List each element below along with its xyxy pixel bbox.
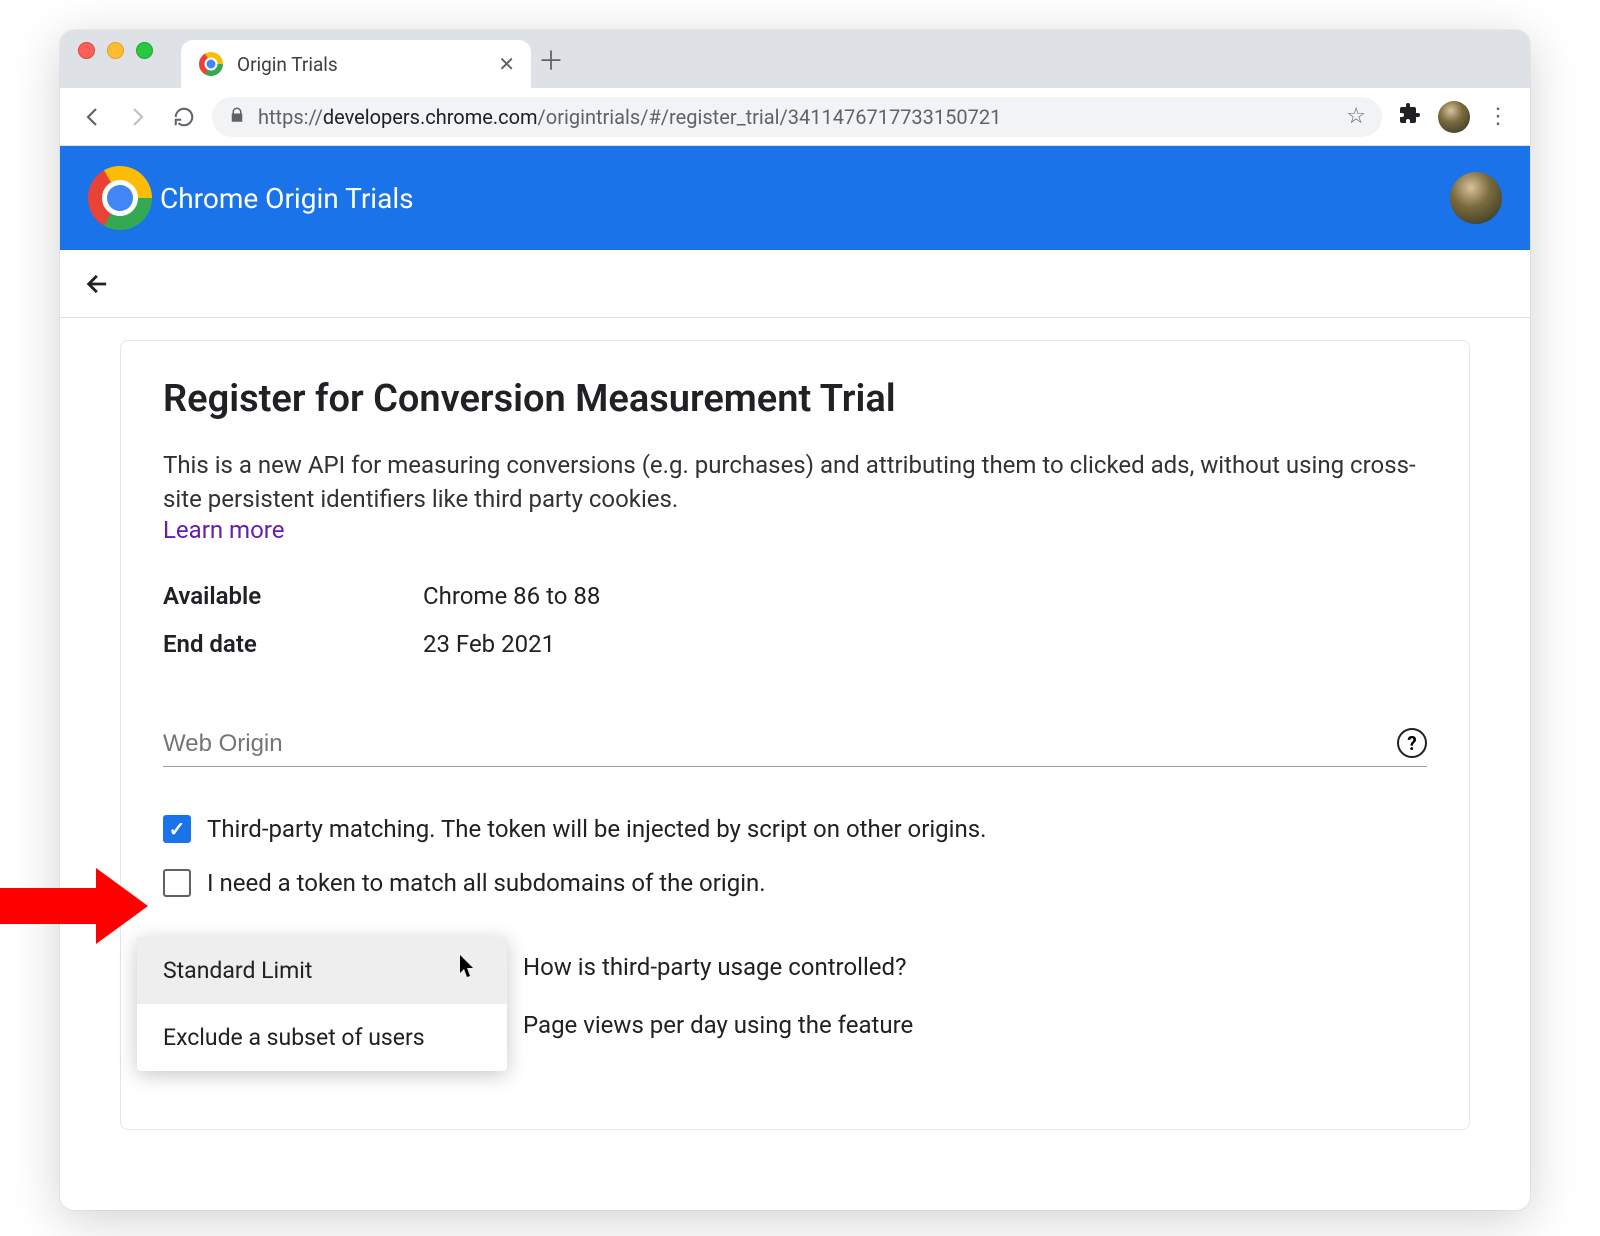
browser-tab[interactable]: Origin Trials ✕ [181, 40, 531, 88]
back-button[interactable] [74, 99, 110, 135]
subdomains-checkbox[interactable] [163, 869, 191, 897]
user-avatar[interactable] [1450, 172, 1502, 224]
page-views-label: Page views per day using the feature [523, 1011, 913, 1039]
new-tab-button[interactable]: ＋ [531, 41, 571, 78]
close-tab-icon[interactable]: ✕ [498, 52, 515, 76]
lock-icon [228, 106, 246, 128]
menu-item-standard-limit[interactable]: Standard Limit [137, 937, 507, 1004]
available-value: Chrome 86 to 88 [423, 582, 600, 610]
web-origin-field[interactable]: ? [163, 728, 1427, 767]
browser-window: Origin Trials ✕ ＋ https://developers.chr… [60, 30, 1530, 1210]
chrome-logo [88, 166, 152, 230]
subdomains-label: I need a token to match all subdomains o… [207, 869, 766, 897]
cursor-icon [459, 955, 477, 984]
page-description: This is a new API for measuring conversi… [163, 449, 1427, 516]
reload-button[interactable] [166, 99, 202, 135]
page-title: Register for Conversion Measurement Tria… [163, 377, 1427, 421]
help-icon[interactable]: ? [1397, 728, 1427, 758]
lower-section: How is third-party usage controlled? Pag… [163, 953, 1427, 1039]
usage-question: How is third-party usage controlled? [523, 953, 906, 981]
window-controls [78, 42, 153, 59]
tab-bar: Origin Trials ✕ ＋ [60, 30, 1530, 88]
app-header: Chrome Origin Trials [60, 146, 1530, 250]
end-date-value: 23 Feb 2021 [423, 630, 555, 658]
web-origin-input[interactable] [163, 730, 1385, 758]
close-window-button[interactable] [78, 42, 95, 59]
third-party-checkbox[interactable] [163, 815, 191, 843]
available-label: Available [163, 582, 423, 610]
learn-more-link[interactable]: Learn more [163, 516, 284, 544]
tab-title: Origin Trials [237, 53, 338, 76]
tab-favicon [199, 52, 223, 76]
extensions-icon[interactable] [1398, 102, 1422, 132]
end-date-label: End date [163, 630, 423, 658]
forward-button[interactable] [120, 99, 156, 135]
url-box[interactable]: https://developers.chrome.com/origintria… [212, 97, 1382, 137]
maximize-window-button[interactable] [136, 42, 153, 59]
address-bar: https://developers.chrome.com/origintria… [60, 88, 1530, 146]
menu-dots-icon[interactable]: ⋮ [1480, 99, 1516, 135]
content-card: Register for Conversion Measurement Tria… [120, 340, 1470, 1130]
bookmark-star-icon[interactable]: ☆ [1346, 104, 1366, 129]
page-back-button[interactable] [80, 266, 116, 302]
third-party-label: Third-party matching. The token will be … [207, 815, 986, 843]
url-text: https://developers.chrome.com/origintria… [258, 105, 1001, 129]
annotation-arrow [0, 868, 166, 942]
dropdown-menu: Standard Limit Exclude a subset of users [137, 937, 507, 1071]
menu-item-exclude-users[interactable]: Exclude a subset of users [137, 1004, 507, 1071]
profile-avatar[interactable] [1438, 101, 1470, 133]
sub-header [60, 250, 1530, 318]
app-title: Chrome Origin Trials [160, 182, 414, 215]
minimize-window-button[interactable] [107, 42, 124, 59]
meta-table: Available Chrome 86 to 88 End date 23 Fe… [163, 572, 1427, 668]
